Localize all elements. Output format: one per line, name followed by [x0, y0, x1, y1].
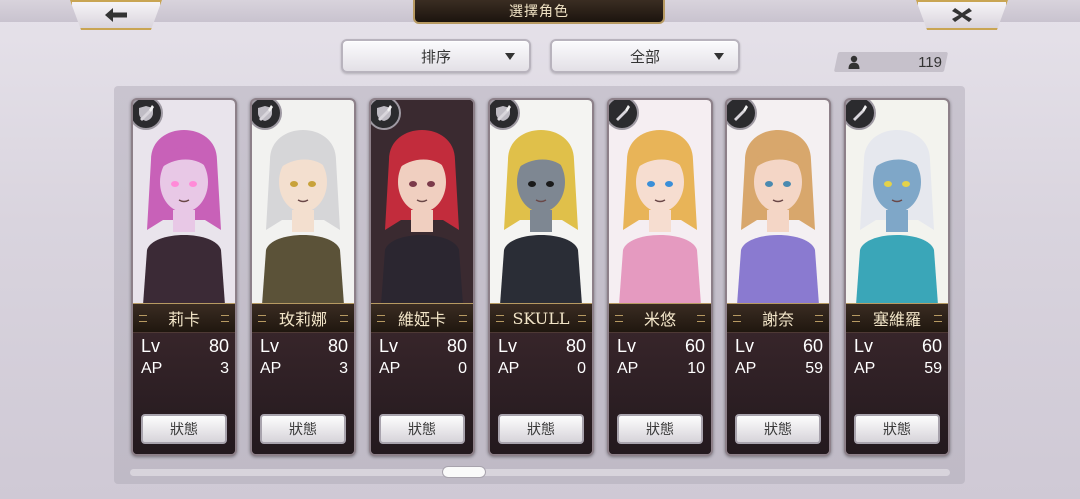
close-button[interactable]: [916, 0, 1008, 30]
status-button[interactable]: 狀態: [260, 414, 346, 444]
scroll-thumb[interactable]: [442, 466, 486, 478]
character-name: 謝奈: [727, 303, 829, 333]
character-count-value: 119: [918, 53, 942, 71]
status-button[interactable]: 狀態: [379, 414, 465, 444]
ap-row: AP 3: [260, 360, 348, 378]
character-card[interactable]: 玫莉娜 Lv 80 AP 3 狀態: [250, 98, 356, 456]
level-row: Lv 80: [141, 336, 229, 357]
character-portrait: [846, 100, 948, 305]
ap-value: 3: [220, 360, 229, 377]
ap-value: 3: [339, 360, 348, 377]
ap-value: 59: [805, 360, 823, 377]
status-button[interactable]: 狀態: [498, 414, 584, 444]
sort-dropdown-label: 排序: [420, 47, 451, 66]
ap-label: AP: [141, 360, 163, 377]
level-value: 80: [327, 336, 348, 356]
level-row: Lv 80: [260, 336, 348, 357]
ap-label: AP: [617, 360, 639, 377]
status-button[interactable]: 狀態: [617, 414, 703, 444]
scroll-track[interactable]: [130, 469, 950, 476]
ap-value: 0: [458, 360, 467, 377]
level-value: 80: [208, 336, 229, 356]
screen-title: 選擇角色: [413, 0, 665, 24]
level-label: Lv: [617, 336, 637, 356]
character-portrait: [371, 100, 473, 305]
arrow-left-icon: [105, 8, 127, 22]
ap-row: AP 10: [617, 360, 705, 378]
character-name: 塞維羅: [846, 303, 948, 333]
level-label: Lv: [854, 336, 874, 356]
level-row: Lv 60: [854, 336, 942, 357]
character-name: 維婭卡: [371, 303, 473, 333]
ap-value: 0: [577, 360, 586, 377]
character-name: 米悠: [609, 303, 711, 333]
character-name: 莉卡: [133, 303, 235, 333]
level-label: Lv: [735, 336, 755, 356]
chevron-down-icon: [714, 53, 724, 60]
character-stats: Lv 60 AP 59 狀態: [727, 332, 829, 454]
ap-row: AP 0: [379, 360, 467, 378]
ap-row: AP 0: [498, 360, 586, 378]
character-card[interactable]: 莉卡 Lv 80 AP 3 狀態: [131, 98, 237, 456]
character-portrait: [133, 100, 235, 305]
status-button[interactable]: 狀態: [735, 414, 821, 444]
level-value: 60: [802, 336, 823, 356]
level-label: Lv: [260, 336, 280, 356]
level-value: 80: [565, 336, 586, 356]
level-label: Lv: [379, 336, 399, 356]
ap-value: 10: [687, 360, 705, 377]
character-card[interactable]: 維婭卡 Lv 80 AP 0 狀態: [369, 98, 475, 456]
ap-label: AP: [379, 360, 401, 377]
ap-label: AP: [854, 360, 876, 377]
ap-label: AP: [498, 360, 520, 377]
character-count: 119: [846, 52, 942, 72]
character-name: 玫莉娜: [252, 303, 354, 333]
character-card[interactable]: 米悠 Lv 60 AP 10 狀態: [607, 98, 713, 456]
character-stats: Lv 80 AP 3 狀態: [133, 332, 235, 454]
level-value: 80: [446, 336, 467, 356]
level-row: Lv 60: [735, 336, 823, 357]
character-stats: Lv 60 AP 10 狀態: [609, 332, 711, 454]
character-card[interactable]: 塞維羅 Lv 60 AP 59 狀態: [844, 98, 950, 456]
level-value: 60: [921, 336, 942, 356]
ap-row: AP 3: [141, 360, 229, 378]
character-card[interactable]: SKULL Lv 80 AP 0 狀態: [488, 98, 594, 456]
ap-row: AP 59: [735, 360, 823, 378]
ap-value: 59: [924, 360, 942, 377]
level-row: Lv 80: [498, 336, 586, 357]
filter-dropdown[interactable]: 全部: [550, 39, 740, 73]
back-button[interactable]: [70, 0, 162, 30]
character-portrait: [609, 100, 711, 305]
character-name: SKULL: [490, 303, 592, 333]
status-button[interactable]: 狀態: [854, 414, 940, 444]
chevron-down-icon: [505, 53, 515, 60]
character-portrait: [727, 100, 829, 305]
ap-label: AP: [735, 360, 757, 377]
character-stats: Lv 80 AP 3 狀態: [252, 332, 354, 454]
character-stats: Lv 80 AP 0 狀態: [490, 332, 592, 454]
level-label: Lv: [498, 336, 518, 356]
character-stats: Lv 60 AP 59 狀態: [846, 332, 948, 454]
close-icon: [952, 8, 972, 22]
level-label: Lv: [141, 336, 161, 356]
level-row: Lv 80: [379, 336, 467, 357]
ap-label: AP: [260, 360, 282, 377]
person-icon: [848, 55, 860, 69]
level-row: Lv 60: [617, 336, 705, 357]
character-stats: Lv 80 AP 0 狀態: [371, 332, 473, 454]
filter-dropdown-label: 全部: [629, 47, 660, 66]
status-button[interactable]: 狀態: [141, 414, 227, 444]
character-portrait: [252, 100, 354, 305]
character-portrait: [490, 100, 592, 305]
level-value: 60: [684, 336, 705, 356]
character-card[interactable]: 謝奈 Lv 60 AP 59 狀態: [725, 98, 831, 456]
ap-row: AP 59: [854, 360, 942, 378]
sort-dropdown[interactable]: 排序: [341, 39, 531, 73]
